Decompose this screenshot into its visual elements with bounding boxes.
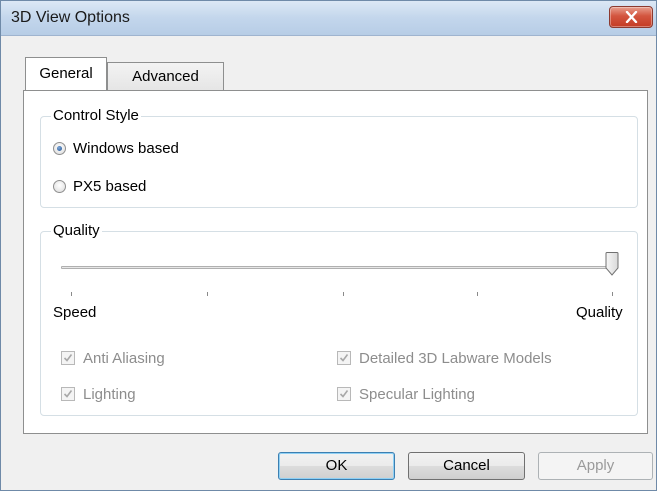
checkbox-label: Specular Lighting bbox=[359, 386, 475, 403]
slider-max-label: Quality bbox=[576, 304, 623, 321]
checkbox-lighting[interactable]: Lighting bbox=[61, 386, 261, 406]
radio-button[interactable] bbox=[53, 142, 66, 155]
checkbox-specular-lighting[interactable]: Specular Lighting bbox=[337, 386, 617, 406]
slider-tick bbox=[71, 292, 72, 296]
checkbox-label: Detailed 3D Labware Models bbox=[359, 350, 552, 367]
window-title: 3D View Options bbox=[11, 9, 130, 26]
slider-tick bbox=[612, 292, 613, 296]
checkbox[interactable] bbox=[61, 351, 75, 365]
ok-button[interactable]: OK bbox=[278, 452, 395, 480]
check-icon bbox=[63, 354, 73, 362]
radio-windows-based[interactable]: Windows based bbox=[53, 140, 223, 160]
checkbox[interactable] bbox=[337, 351, 351, 365]
quality-legend: Quality bbox=[51, 222, 102, 239]
radio-button[interactable] bbox=[53, 180, 66, 193]
checkbox-label: Anti Aliasing bbox=[83, 350, 165, 367]
slider-tick bbox=[343, 292, 344, 296]
quality-group: Quality Speed Quality Anti Aliasing Deta… bbox=[40, 222, 638, 416]
checkbox[interactable] bbox=[337, 387, 351, 401]
slider-thumb-shape bbox=[605, 252, 619, 276]
checkbox-label: Lighting bbox=[83, 386, 136, 403]
quality-slider-track[interactable] bbox=[61, 266, 616, 269]
radio-px5-based[interactable]: PX5 based bbox=[53, 178, 223, 198]
slider-tick bbox=[477, 292, 478, 296]
control-style-group: Control Style Windows based PX5 based bbox=[40, 107, 638, 208]
check-icon bbox=[63, 390, 73, 398]
title-bar[interactable]: 3D View Options bbox=[1, 1, 656, 36]
cancel-button[interactable]: Cancel bbox=[408, 452, 525, 480]
checkbox-anti-aliasing[interactable]: Anti Aliasing bbox=[61, 350, 261, 370]
radio-label: Windows based bbox=[73, 140, 179, 157]
check-icon bbox=[339, 354, 349, 362]
dialog-window: 3D View Options General Advanced Control… bbox=[0, 0, 657, 491]
checkbox-detailed-3d-labware-models[interactable]: Detailed 3D Labware Models bbox=[337, 350, 617, 370]
slider-tick bbox=[207, 292, 208, 296]
apply-button[interactable]: Apply bbox=[538, 452, 653, 480]
radio-label: PX5 based bbox=[73, 178, 147, 195]
tab-advanced[interactable]: Advanced bbox=[107, 62, 224, 91]
check-icon bbox=[339, 390, 349, 398]
radio-selected-dot bbox=[57, 146, 62, 151]
slider-min-label: Speed bbox=[53, 304, 97, 321]
tab-general[interactable]: General bbox=[25, 57, 107, 90]
checkbox[interactable] bbox=[61, 387, 75, 401]
close-icon bbox=[625, 11, 638, 23]
control-style-legend: Control Style bbox=[51, 107, 141, 124]
close-button[interactable] bbox=[609, 6, 653, 28]
quality-slider-thumb[interactable] bbox=[605, 252, 619, 276]
general-tab-panel: Control Style Windows based PX5 based Qu… bbox=[23, 90, 648, 434]
